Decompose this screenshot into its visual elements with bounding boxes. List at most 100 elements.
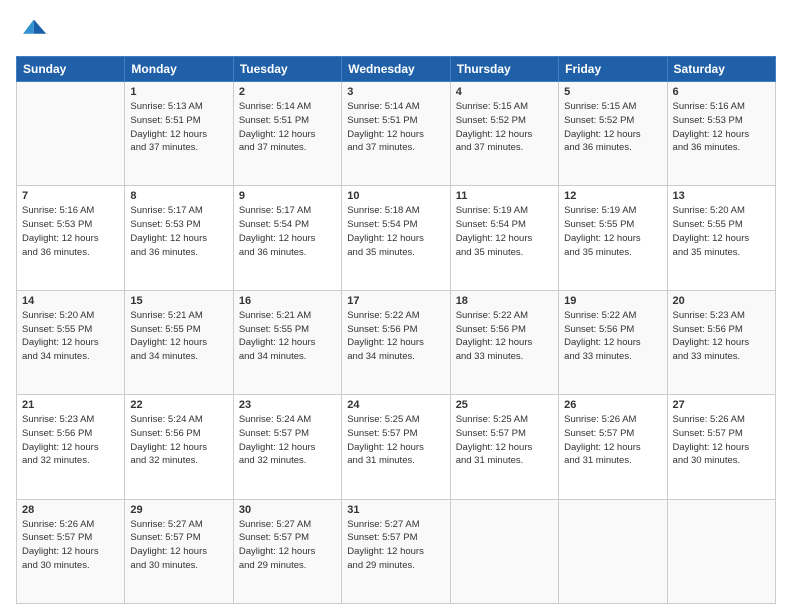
day-info: Sunrise: 5:22 AMSunset: 5:56 PMDaylight:…	[456, 309, 553, 364]
day-number: 4	[456, 86, 553, 98]
day-info: Sunrise: 5:25 AMSunset: 5:57 PMDaylight:…	[456, 413, 553, 468]
calendar-cell: 12 Sunrise: 5:19 AMSunset: 5:55 PMDayligh…	[559, 186, 667, 290]
calendar-cell: 18Sunrise: 5:22 AMSunset: 5:56 PMDayligh…	[450, 290, 558, 394]
day-info: Sunrise: 5:22 AMSunset: 5:56 PMDaylight:…	[564, 309, 661, 364]
calendar-cell: 22 Sunrise: 5:24 AMSunset: 5:56 PMDayligh…	[125, 395, 233, 499]
calendar-body: 1 Sunrise: 5:13 AMSunset: 5:51 PMDaylight…	[17, 82, 776, 604]
calendar-cell: 5Sunrise: 5:15 AMSunset: 5:52 PMDaylight…	[559, 82, 667, 186]
page: SundayMondayTuesdayWednesdayThursdayFrid…	[0, 0, 792, 612]
col-header-friday: Friday	[559, 57, 667, 82]
day-number: 1	[130, 86, 227, 98]
day-number: 28	[22, 504, 119, 516]
day-number: 14	[22, 295, 119, 307]
calendar-cell: 2Sunrise: 5:14 AMSunset: 5:51 PMDaylight…	[233, 82, 341, 186]
day-number: 22	[130, 399, 227, 411]
calendar-cell: 4 Sunrise: 5:15 AMSunset: 5:52 PMDaylight…	[450, 82, 558, 186]
calendar-cell: 24 Sunrise: 5:25 AMSunset: 5:57 PMDayligh…	[342, 395, 450, 499]
calendar-cell: 13 Sunrise: 5:20 AMSunset: 5:55 PMDayligh…	[667, 186, 775, 290]
week-row-3: 21Sunrise: 5:23 AMSunset: 5:56 PMDayligh…	[17, 395, 776, 499]
calendar-cell: 15 Sunrise: 5:21 AMSunset: 5:55 PMDayligh…	[125, 290, 233, 394]
col-header-monday: Monday	[125, 57, 233, 82]
day-info: Sunrise: 5:16 AMSunset: 5:53 PMDaylight:…	[22, 204, 119, 259]
calendar-cell: 20Sunrise: 5:23 AMSunset: 5:56 PMDayligh…	[667, 290, 775, 394]
calendar-cell	[667, 499, 775, 603]
logo	[16, 16, 52, 48]
day-number: 10	[347, 190, 444, 202]
day-number: 5	[564, 86, 661, 98]
calendar-header: SundayMondayTuesdayWednesdayThursdayFrid…	[17, 57, 776, 82]
day-number: 16	[239, 295, 336, 307]
day-number: 7	[22, 190, 119, 202]
day-number: 12	[564, 190, 661, 202]
day-number: 13	[673, 190, 770, 202]
calendar-cell: 21Sunrise: 5:23 AMSunset: 5:56 PMDayligh…	[17, 395, 125, 499]
calendar-cell: 9 Sunrise: 5:17 AMSunset: 5:54 PMDaylight…	[233, 186, 341, 290]
day-info: Sunrise: 5:23 AMSunset: 5:56 PMDaylight:…	[22, 413, 119, 468]
calendar-cell	[450, 499, 558, 603]
calendar-cell	[17, 82, 125, 186]
col-header-tuesday: Tuesday	[233, 57, 341, 82]
calendar-cell: 17 Sunrise: 5:22 AMSunset: 5:56 PMDayligh…	[342, 290, 450, 394]
day-info: Sunrise: 5:27 AMSunset: 5:57 PMDaylight:…	[239, 518, 336, 573]
day-info: Sunrise: 5:26 AMSunset: 5:57 PMDaylight:…	[564, 413, 661, 468]
calendar-cell: 19 Sunrise: 5:22 AMSunset: 5:56 PMDayligh…	[559, 290, 667, 394]
calendar-table: SundayMondayTuesdayWednesdayThursdayFrid…	[16, 56, 776, 604]
day-info: Sunrise: 5:14 AMSunset: 5:51 PMDaylight:…	[347, 100, 444, 155]
calendar-cell: 8Sunrise: 5:17 AMSunset: 5:53 PMDaylight…	[125, 186, 233, 290]
day-info: Sunrise: 5:21 AMSunset: 5:55 PMDaylight:…	[130, 309, 227, 364]
day-info: Sunrise: 5:26 AMSunset: 5:57 PMDaylight:…	[673, 413, 770, 468]
calendar-cell: 28Sunrise: 5:26 AMSunset: 5:57 PMDayligh…	[17, 499, 125, 603]
day-info: Sunrise: 5:20 AMSunset: 5:55 PMDaylight:…	[673, 204, 770, 259]
day-info: Sunrise: 5:17 AMSunset: 5:54 PMDaylight:…	[239, 204, 336, 259]
calendar-cell: 30Sunrise: 5:27 AMSunset: 5:57 PMDayligh…	[233, 499, 341, 603]
day-info: Sunrise: 5:19 AMSunset: 5:54 PMDaylight:…	[456, 204, 553, 259]
day-number: 9	[239, 190, 336, 202]
day-info: Sunrise: 5:17 AMSunset: 5:53 PMDaylight:…	[130, 204, 227, 259]
calendar-cell: 29 Sunrise: 5:27 AMSunset: 5:57 PMDayligh…	[125, 499, 233, 603]
day-number: 15	[130, 295, 227, 307]
calendar-cell: 11 Sunrise: 5:19 AMSunset: 5:54 PMDayligh…	[450, 186, 558, 290]
calendar-cell: 1 Sunrise: 5:13 AMSunset: 5:51 PMDaylight…	[125, 82, 233, 186]
day-info: Sunrise: 5:22 AMSunset: 5:56 PMDaylight:…	[347, 309, 444, 364]
col-header-thursday: Thursday	[450, 57, 558, 82]
day-number: 25	[456, 399, 553, 411]
day-info: Sunrise: 5:20 AMSunset: 5:55 PMDaylight:…	[22, 309, 119, 364]
day-info: Sunrise: 5:24 AMSunset: 5:57 PMDaylight:…	[239, 413, 336, 468]
day-number: 24	[347, 399, 444, 411]
calendar-cell: 3 Sunrise: 5:14 AMSunset: 5:51 PMDaylight…	[342, 82, 450, 186]
header	[16, 16, 776, 48]
day-info: Sunrise: 5:16 AMSunset: 5:53 PMDaylight:…	[673, 100, 770, 155]
day-number: 27	[673, 399, 770, 411]
col-header-saturday: Saturday	[667, 57, 775, 82]
day-info: Sunrise: 5:24 AMSunset: 5:56 PMDaylight:…	[130, 413, 227, 468]
day-number: 6	[673, 86, 770, 98]
calendar-cell: 31Sunrise: 5:27 AMSunset: 5:57 PMDayligh…	[342, 499, 450, 603]
week-row-2: 14 Sunrise: 5:20 AMSunset: 5:55 PMDayligh…	[17, 290, 776, 394]
calendar-cell: 6 Sunrise: 5:16 AMSunset: 5:53 PMDaylight…	[667, 82, 775, 186]
day-info: Sunrise: 5:25 AMSunset: 5:57 PMDaylight:…	[347, 413, 444, 468]
day-number: 11	[456, 190, 553, 202]
week-row-1: 7 Sunrise: 5:16 AMSunset: 5:53 PMDaylight…	[17, 186, 776, 290]
day-number: 3	[347, 86, 444, 98]
calendar-cell	[559, 499, 667, 603]
day-number: 29	[130, 504, 227, 516]
day-info: Sunrise: 5:18 AMSunset: 5:54 PMDaylight:…	[347, 204, 444, 259]
calendar-cell: 23Sunrise: 5:24 AMSunset: 5:57 PMDayligh…	[233, 395, 341, 499]
day-info: Sunrise: 5:27 AMSunset: 5:57 PMDaylight:…	[130, 518, 227, 573]
day-number: 26	[564, 399, 661, 411]
day-number: 31	[347, 504, 444, 516]
day-info: Sunrise: 5:21 AMSunset: 5:55 PMDaylight:…	[239, 309, 336, 364]
day-info: Sunrise: 5:23 AMSunset: 5:56 PMDaylight:…	[673, 309, 770, 364]
week-row-0: 1 Sunrise: 5:13 AMSunset: 5:51 PMDaylight…	[17, 82, 776, 186]
calendar-cell: 26 Sunrise: 5:26 AMSunset: 5:57 PMDayligh…	[559, 395, 667, 499]
logo-icon	[16, 16, 48, 48]
day-info: Sunrise: 5:13 AMSunset: 5:51 PMDaylight:…	[130, 100, 227, 155]
day-number: 19	[564, 295, 661, 307]
day-number: 17	[347, 295, 444, 307]
calendar-cell: 14 Sunrise: 5:20 AMSunset: 5:55 PMDayligh…	[17, 290, 125, 394]
header-row: SundayMondayTuesdayWednesdayThursdayFrid…	[17, 57, 776, 82]
day-info: Sunrise: 5:14 AMSunset: 5:51 PMDaylight:…	[239, 100, 336, 155]
day-info: Sunrise: 5:19 AMSunset: 5:55 PMDaylight:…	[564, 204, 661, 259]
calendar-cell: 10 Sunrise: 5:18 AMSunset: 5:54 PMDayligh…	[342, 186, 450, 290]
day-info: Sunrise: 5:15 AMSunset: 5:52 PMDaylight:…	[456, 100, 553, 155]
